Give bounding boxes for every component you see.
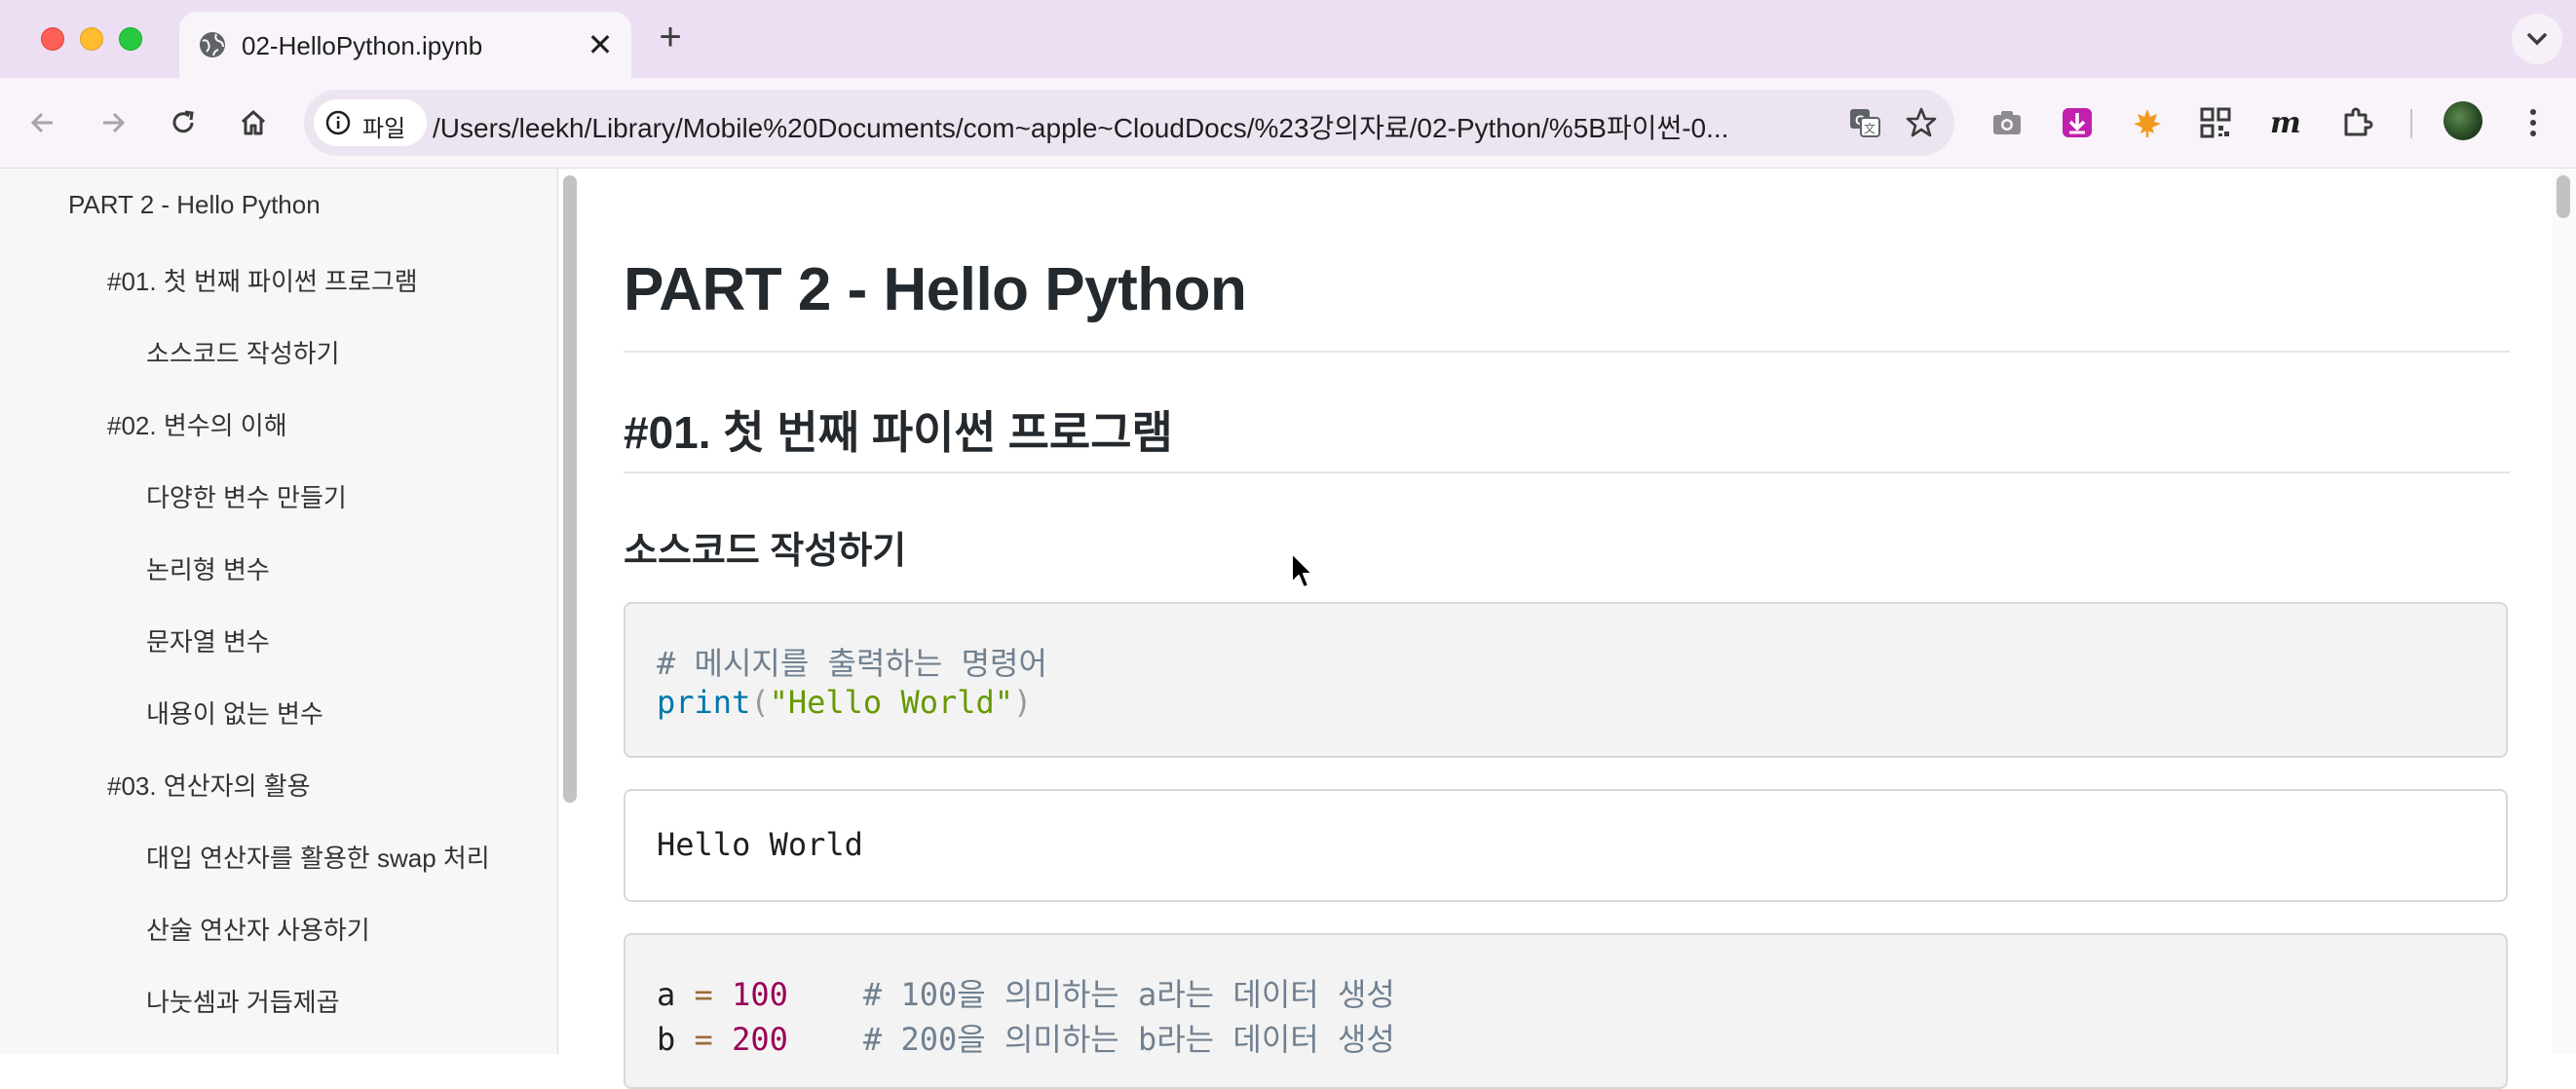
comment-a: # 100을 의미하는 a라는 데이터 생성 xyxy=(862,976,1395,1013)
print-keyword: print xyxy=(657,684,751,721)
site-info-chip[interactable]: 파일 xyxy=(314,99,427,146)
main-scrollbar[interactable] xyxy=(2553,169,2576,1054)
new-tab-button[interactable]: + xyxy=(651,18,690,58)
output-text: Hello World xyxy=(657,826,863,863)
sidebar-scrollbar[interactable] xyxy=(563,175,577,803)
extensions-button[interactable] xyxy=(2334,99,2381,146)
download-extension[interactable] xyxy=(2054,99,2101,146)
tab-title: 02-HelloPython.ipynb xyxy=(242,31,483,60)
m-icon: m xyxy=(2270,106,2301,139)
svg-text:m: m xyxy=(2270,106,2301,139)
qr-icon xyxy=(2200,107,2231,138)
back-button[interactable] xyxy=(19,99,66,146)
toolbar-separator xyxy=(2410,109,2412,138)
code-cell-1[interactable]: # 메시지를 출력하는 명령어 print("Hello World") xyxy=(624,602,2508,758)
mouse-cursor-icon xyxy=(1291,552,1313,588)
assign-op: = xyxy=(694,976,713,1013)
star-icon xyxy=(1906,107,1937,137)
var-a: a xyxy=(657,976,676,1013)
toc-item-arithmetic[interactable]: 산술 연산자 사용하기 xyxy=(146,911,370,947)
toc-item-part2[interactable]: PART 2 - Hello Python xyxy=(68,190,321,220)
tab-strip: 02-HelloPython.ipynb ✕ + xyxy=(0,0,2576,78)
globe-icon xyxy=(200,32,225,57)
toc-item-03[interactable]: #03. 연산자의 활용 xyxy=(107,767,311,803)
num-200: 200 xyxy=(732,1021,788,1058)
address-bar[interactable]: 파일 /Users/leekh/Library/Mobile%20Documen… xyxy=(304,90,1954,156)
comment-text: # 메시지를 출력하는 명령어 xyxy=(657,645,1047,682)
forward-icon xyxy=(103,112,126,133)
svg-text:文: 文 xyxy=(1864,121,1875,135)
info-icon xyxy=(325,110,351,135)
assign-op: = xyxy=(694,1021,713,1058)
toc-item-01[interactable]: #01. 첫 번째 파이썬 프로그램 xyxy=(107,262,418,298)
var-b: b xyxy=(657,1021,676,1058)
section-heading: #01. 첫 번째 파이썬 프로그램 xyxy=(624,407,1173,458)
download-icon xyxy=(2063,108,2092,137)
tab-search-button[interactable] xyxy=(2512,14,2562,64)
qr-extension[interactable] xyxy=(2192,99,2239,146)
avatar[interactable] xyxy=(2443,101,2482,140)
window-maximize-button[interactable] xyxy=(119,27,142,51)
toc-item-source-code[interactable]: 소스코드 작성하기 xyxy=(146,334,340,370)
num-100: 100 xyxy=(732,976,788,1013)
translate-icon: G文 xyxy=(1850,109,1880,137)
forward-button[interactable] xyxy=(90,99,136,146)
m-extension[interactable]: m xyxy=(2262,99,2309,146)
tab-close-icon[interactable]: ✕ xyxy=(585,29,616,60)
subsection-heading: 소스코드 작성하기 xyxy=(624,531,907,572)
url-text[interactable]: /Users/leekh/Library/Mobile%20Documents/… xyxy=(433,107,1816,146)
toc-item-02[interactable]: #02. 변수의 이해 xyxy=(107,406,287,442)
menu-button[interactable] xyxy=(2510,99,2557,146)
toc-item-swap[interactable]: 대입 연산자를 활용한 swap 처리 xyxy=(146,839,490,875)
title-divider xyxy=(624,351,2510,353)
comment-b: # 200을 의미하는 b라는 데이터 생성 xyxy=(862,1021,1395,1058)
code-line-a: a = 100 # 100을 의미하는 a라는 데이터 생성 xyxy=(657,970,1395,1015)
code-line-b: b = 200 # 200을 의미하는 b라는 데이터 생성 xyxy=(657,1015,1395,1060)
reload-icon xyxy=(172,110,194,133)
toc-sidebar: PART 2 - Hello Python #01. 첫 번째 파이썬 프로그램… xyxy=(0,169,558,1054)
section-divider xyxy=(624,471,2510,473)
code-print-line: print("Hello World") xyxy=(657,684,1032,721)
toc-item-none[interactable]: 내용이 없는 변수 xyxy=(146,695,323,731)
camera-extension[interactable] xyxy=(1984,99,2030,146)
close-paren: ) xyxy=(1013,684,1033,721)
site-info-label: 파일 xyxy=(362,116,406,142)
reload-button[interactable] xyxy=(160,99,207,146)
back-icon xyxy=(30,112,53,133)
camera-icon xyxy=(1993,111,2021,134)
menu-icon xyxy=(2530,109,2536,136)
home-button[interactable] xyxy=(230,99,277,146)
code-comment: # 메시지를 출력하는 명령어 xyxy=(657,639,1047,684)
string-literal: "Hello World" xyxy=(769,684,1014,721)
code-cell-2[interactable]: a = 100 # 100을 의미하는 a라는 데이터 생성 b = 200 #… xyxy=(624,933,2508,1089)
browser-tab[interactable]: 02-HelloPython.ipynb ✕ xyxy=(179,12,631,78)
toc-item-division[interactable]: 나눗셈과 거듭제곱 xyxy=(146,983,340,1019)
bookmark-star-button[interactable] xyxy=(1902,103,1941,142)
browser-toolbar: 파일 /Users/leekh/Library/Mobile%20Documen… xyxy=(0,78,2576,169)
toc-item-variables[interactable]: 다양한 변수 만들기 xyxy=(146,478,347,514)
toc-item-string[interactable]: 문자열 변수 xyxy=(146,622,270,658)
chevron-down-icon xyxy=(2527,33,2547,46)
translate-button[interactable]: G文 xyxy=(1845,103,1884,142)
open-paren: ( xyxy=(750,684,770,721)
window-close-button[interactable] xyxy=(41,27,64,51)
extensions-icon xyxy=(2344,107,2373,136)
maple-icon xyxy=(2134,109,2161,137)
home-icon xyxy=(241,110,266,135)
output-cell-1: Hello World xyxy=(624,789,2508,902)
maple-extension[interactable] xyxy=(2124,99,2171,146)
toc-item-boolean[interactable]: 논리형 변수 xyxy=(146,550,270,586)
page-title: PART 2 - Hello Python xyxy=(624,256,1247,323)
main-scroll-thumb[interactable] xyxy=(2557,175,2570,218)
window-minimize-button[interactable] xyxy=(80,27,103,51)
